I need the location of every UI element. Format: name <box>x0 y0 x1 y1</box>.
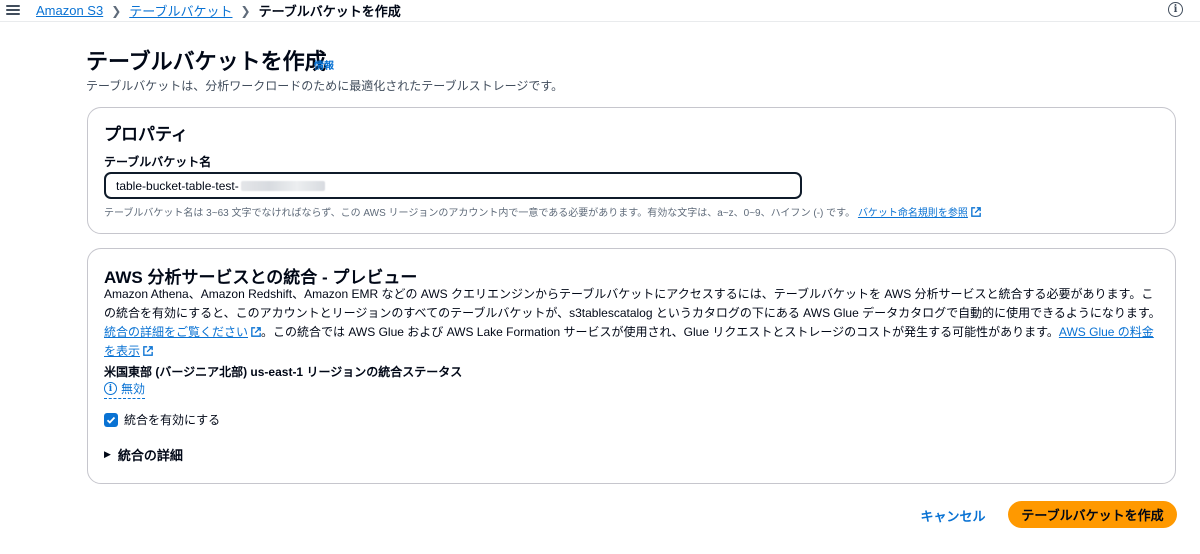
bucket-name-input[interactable]: table-bucket-table-test- <box>104 172 802 199</box>
external-link-icon <box>251 327 261 337</box>
chevron-right-icon: ❯ <box>111 3 122 18</box>
properties-title: プロパティ <box>104 125 188 144</box>
properties-container: プロパティ テーブルバケット名 table-bucket-table-test-… <box>87 107 1176 234</box>
breadcrumb-table-buckets[interactable]: テーブルバケット <box>129 1 232 20</box>
bucket-name-label: テーブルバケット名 <box>104 155 212 169</box>
redacted-text <box>240 180 325 191</box>
integration-details-expander[interactable]: ▶ 統合の詳細 <box>104 445 183 464</box>
checkbox-label: 統合を有効にする <box>124 413 221 427</box>
bucket-name-constraint: テーブルバケット名は 3~63 文字でなければならず、この AWS リージョンの… <box>104 204 981 219</box>
info-link[interactable]: 情報 <box>314 57 334 72</box>
hamburger-menu-icon[interactable] <box>6 3 20 17</box>
create-table-bucket-button[interactable]: テーブルバケットを作成 <box>1008 501 1177 528</box>
naming-rules-link[interactable]: バケット命名規則を参照 <box>858 207 981 219</box>
integration-text-1: Amazon Athena、Amazon Redshift、Amazon EMR… <box>104 287 1161 320</box>
external-link-icon <box>971 207 981 217</box>
integration-status-label: 米国東部 (バージニア北部) us-east-1 リージョンの統合ステータス <box>104 365 463 379</box>
external-link-icon <box>143 346 153 356</box>
status-text: 無効 <box>121 382 146 396</box>
page-description: テーブルバケットは、分析ワークロードのために最適化されたテーブルストレージです。 <box>86 79 564 93</box>
info-panel-icon[interactable]: i <box>1168 2 1183 17</box>
chevron-right-icon: ❯ <box>240 3 251 18</box>
top-navigation-bar: Amazon S3 ❯ テーブルバケット ❯ テーブルバケットを作成 i <box>0 0 1200 22</box>
breadcrumb-current: テーブルバケットを作成 <box>258 4 401 19</box>
enable-integration-checkbox[interactable]: 統合を有効にする <box>104 411 220 428</box>
breadcrumb-amazon-s3[interactable]: Amazon S3 <box>36 3 103 18</box>
bucket-name-value: table-bucket-table-test- <box>116 178 239 193</box>
constraint-text: テーブルバケット名は 3~63 文字でなければならず、この AWS リージョンの… <box>104 208 856 219</box>
integration-details-link[interactable]: 統合の詳細をご覧ください <box>104 325 261 339</box>
cancel-button[interactable]: キャンセル <box>914 502 992 528</box>
caret-right-icon: ▶ <box>104 449 111 459</box>
integration-status-value[interactable]: i 無効 <box>104 380 146 399</box>
integration-container: AWS 分析サービスとの統合 - プレビュー Amazon Athena、Ama… <box>87 248 1176 484</box>
integration-description: Amazon Athena、Amazon Redshift、Amazon EMR… <box>104 285 1162 361</box>
checkbox-checked-icon[interactable] <box>104 412 118 427</box>
breadcrumb: Amazon S3 ❯ テーブルバケット ❯ テーブルバケットを作成 <box>36 1 401 20</box>
info-status-icon: i <box>104 382 117 395</box>
page-title: テーブルバケットを作成 <box>86 49 327 74</box>
integration-text-2: 。この統合では AWS Glue および AWS Lake Formation … <box>261 325 1059 339</box>
expander-label: 統合の詳細 <box>117 448 183 463</box>
